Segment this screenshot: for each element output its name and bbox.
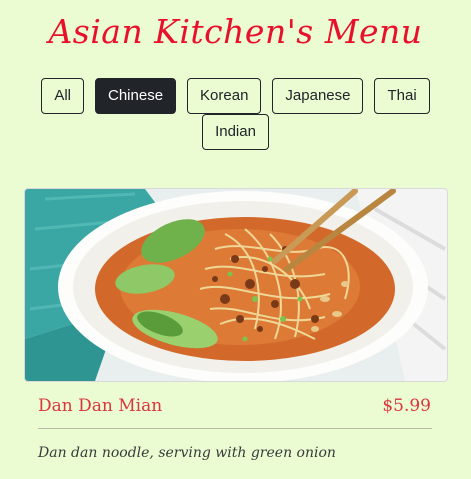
menu-item-description: Dan dan noodle, serving with green onion bbox=[38, 445, 336, 461]
filter-thai-button[interactable]: Thai bbox=[374, 78, 430, 114]
menu-item-name: Dan Dan Mian bbox=[38, 396, 163, 416]
filter-all-button[interactable]: All bbox=[41, 78, 84, 114]
filter-korean-button[interactable]: Korean bbox=[187, 78, 262, 114]
filter-japanese-button[interactable]: Japanese bbox=[272, 78, 364, 114]
category-filter-bar: All Chinese Korean Japanese Thai Indian bbox=[40, 78, 431, 150]
filter-indian-button[interactable]: Indian bbox=[202, 114, 269, 150]
page-title: Asian Kitchen's Menu bbox=[48, 12, 423, 51]
filter-chinese-button[interactable]: Chinese bbox=[95, 78, 177, 114]
noodle-bowl-photo bbox=[25, 189, 447, 381]
menu-item-image bbox=[24, 188, 448, 382]
divider bbox=[38, 428, 432, 429]
menu-item-price: $5.99 bbox=[382, 396, 431, 416]
